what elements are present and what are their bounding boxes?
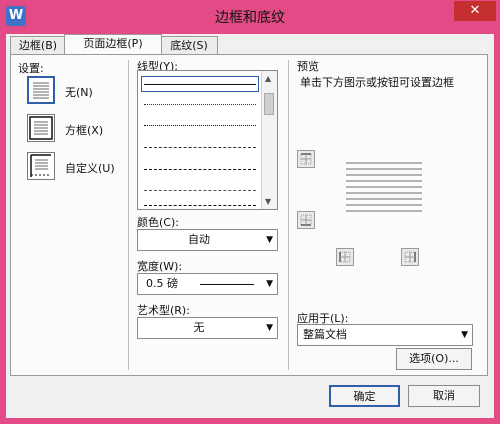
chevron-down-icon: ▼ — [266, 279, 273, 289]
right-border-button[interactable] — [401, 248, 419, 266]
setting-none-label[interactable]: 无(N) — [65, 84, 93, 100]
apply-to-select[interactable]: 整篇文档 ▼ — [297, 324, 473, 346]
options-button[interactable]: 选项(O)... — [396, 348, 472, 370]
preview-page[interactable] — [344, 160, 424, 216]
art-label: 艺术型(R): — [137, 304, 190, 317]
window-title: 边框和底纹 — [215, 10, 285, 26]
preview-hint: 单击下方图示或按钮可设置边框 — [300, 76, 454, 89]
close-button[interactable]: ✕ — [454, 1, 496, 21]
color-value: 自动 — [188, 233, 210, 246]
line-style-scrollbar[interactable]: ▲ ▼ — [261, 71, 277, 209]
apply-to-value: 整篇文档 — [303, 328, 347, 341]
width-value: 0.5 磅 — [146, 277, 178, 290]
column-divider — [288, 60, 289, 370]
tab-page-border[interactable]: 页面边框(P) — [64, 34, 162, 54]
box-icon[interactable] — [27, 114, 55, 142]
chevron-down-icon: ▼ — [461, 330, 468, 340]
tab-borders[interactable]: 边框(B) — [10, 36, 66, 54]
tab-strip: 边框(B) 页面边框(P) 底纹(S) — [10, 34, 488, 56]
cancel-button[interactable]: 取消 — [408, 385, 480, 407]
top-border-button[interactable] — [297, 150, 315, 168]
line-style-dotted[interactable] — [144, 125, 256, 126]
width-preview-line — [200, 284, 254, 285]
line-style-dash-dot[interactable] — [144, 190, 256, 191]
setting-custom-label[interactable]: 自定义(U) — [65, 160, 115, 176]
line-style-dotted-fine[interactable] — [144, 104, 256, 105]
chevron-down-icon: ▼ — [266, 323, 273, 333]
line-style-dash-dot-long[interactable] — [144, 205, 256, 206]
scroll-up-icon[interactable]: ▲ — [265, 74, 271, 83]
left-border-button[interactable] — [336, 248, 354, 266]
width-label: 宽度(W): — [137, 260, 183, 273]
line-style-dashed-short[interactable] — [144, 147, 256, 148]
column-divider — [128, 60, 129, 370]
settings-header: 设置: — [18, 62, 44, 75]
color-label: 颜色(C): — [137, 216, 179, 229]
scroll-thumb[interactable] — [264, 93, 274, 115]
color-select[interactable]: 自动 ▼ — [137, 229, 278, 251]
bottom-border-button[interactable] — [297, 211, 315, 229]
art-value: 无 — [193, 321, 205, 334]
line-style-list[interactable]: ▲ ▼ — [137, 70, 278, 210]
width-select[interactable]: 0.5 磅 ▼ — [137, 273, 278, 295]
art-select[interactable]: 无 ▼ — [137, 317, 278, 339]
custom-icon[interactable] — [27, 152, 55, 180]
preview-header: 预览 — [297, 60, 319, 73]
chevron-down-icon: ▼ — [266, 235, 273, 245]
none-icon[interactable] — [27, 76, 55, 104]
line-style-solid[interactable] — [144, 84, 256, 85]
ok-button[interactable]: 确定 — [329, 385, 400, 407]
line-style-dashed[interactable] — [144, 169, 256, 170]
tab-shading[interactable]: 底纹(S) — [160, 36, 218, 54]
setting-box-label[interactable]: 方框(X) — [65, 122, 103, 138]
title-bar: W 边框和底纹 ✕ — [0, 0, 500, 34]
scroll-down-icon[interactable]: ▼ — [265, 197, 271, 206]
